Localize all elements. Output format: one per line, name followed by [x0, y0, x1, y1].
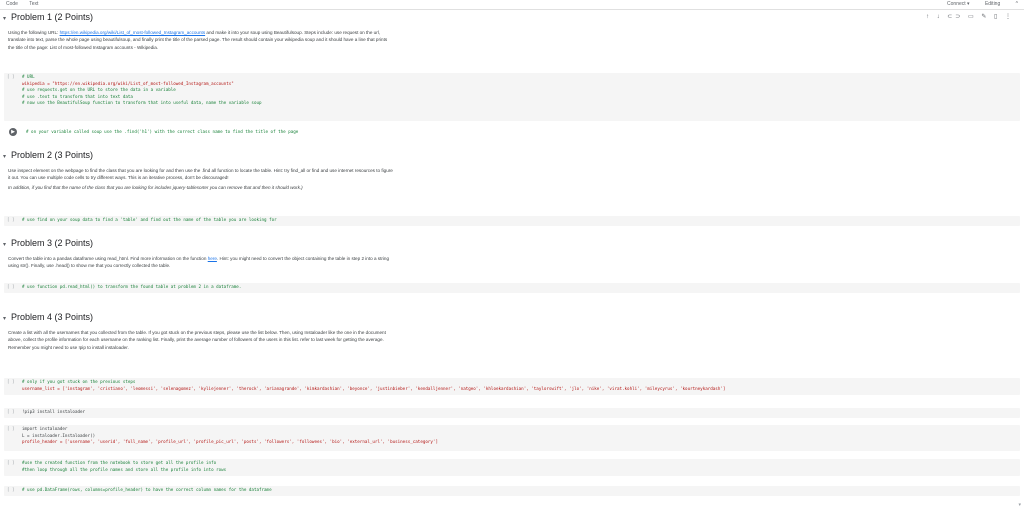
- scroll-down-icon[interactable]: ▾: [1018, 502, 1021, 508]
- code-line: #then loop through all the profile names…: [22, 466, 227, 472]
- insert-menu: Code Text: [6, 1, 48, 7]
- problem3-text-start: Convert the table into a pandas datafram…: [8, 256, 208, 261]
- problem1-active-cell[interactable]: ▶ # on your variable called soup use the…: [4, 127, 1020, 137]
- problem2-title: Problem 2 (3 Points): [11, 150, 94, 160]
- chevron-down-icon[interactable]: ▾: [3, 153, 9, 160]
- code-editor[interactable]: # only if you got stuck on the previous …: [22, 379, 1016, 392]
- chevron-down-icon[interactable]: ▾: [3, 315, 9, 322]
- problem2-code-cell[interactable]: [ ] # use find on your soup data to find…: [4, 216, 1020, 226]
- code-line: # on your variable called soup use the .…: [26, 129, 299, 134]
- run-cell-marker[interactable]: [ ]: [7, 379, 15, 386]
- code-line[interactable]: # use function pd.read_html() to transfo…: [22, 284, 1016, 291]
- problem1-code-cell[interactable]: [ ] # URL wikipedia = "https://en.wikiped…: [4, 73, 1020, 121]
- run-cell-marker[interactable]: [ ]: [7, 74, 15, 81]
- problem3-title: Problem 3 (2 Points): [11, 238, 94, 248]
- username-list-code-cell[interactable]: [ ] # only if you got stuck on the previ…: [4, 378, 1020, 395]
- problem1-text-start: Using the following URL:: [8, 30, 60, 35]
- instaloader-setup-code-cell[interactable]: [ ] import instaloader L = instaloader.In…: [4, 425, 1020, 451]
- code-line: import instaloader: [22, 426, 68, 431]
- problem4-text: Create a list with all the usernames tha…: [8, 330, 386, 350]
- pip-install-code-cell[interactable]: [ ] !pip3 install instaloader: [4, 408, 1020, 418]
- code-line[interactable]: !pip3 install instaloader: [22, 409, 1016, 416]
- code-editor[interactable]: #use the created function from the noteb…: [22, 460, 1016, 473]
- code-line: # now use the BeautifulSoup function to …: [22, 100, 262, 106]
- cell-toolbar[interactable]: ↑ ↓ ⊂⊃ ▭ ✎ ▯ ⋮: [926, 13, 1014, 20]
- problem2-note: In addition, if you find that the name o…: [8, 184, 303, 190]
- code-line: # use .text to transform that into text …: [22, 93, 133, 99]
- code-line: username_list = ['instagram', 'cristiano…: [22, 385, 726, 391]
- problem1-heading[interactable]: ▾ Problem 1 (2 Points): [3, 12, 93, 22]
- add-text-button[interactable]: Text: [29, 1, 38, 7]
- code-line[interactable]: # use find on your soup data to find a '…: [22, 217, 1016, 224]
- editing-mode-button[interactable]: Editing: [985, 1, 1000, 7]
- connect-button[interactable]: Connect ▾: [947, 1, 970, 7]
- problem1-description: Using the following URL: https://en.wiki…: [8, 29, 393, 51]
- problem3-link[interactable]: here: [208, 256, 217, 261]
- problem4-description: Create a list with all the usernames tha…: [8, 329, 393, 351]
- problem2-heading[interactable]: ▾ Problem 2 (3 Points): [3, 150, 93, 160]
- code-line[interactable]: # use pd.DataFrame(rows, columns=profile…: [22, 487, 1016, 494]
- profile-loop-code-cell[interactable]: [ ] #use the created function from the n…: [4, 459, 1020, 476]
- play-icon[interactable]: ▶: [9, 128, 17, 136]
- problem1-title: Problem 1 (2 Points): [11, 12, 94, 22]
- problem4-title: Problem 4 (3 Points): [11, 312, 94, 322]
- code-line: profile_header = ['username', 'userid', …: [22, 439, 438, 445]
- code-line: # URL: [22, 74, 35, 79]
- code-line: # use requests.get on the URL to store t…: [22, 87, 176, 93]
- run-cell-marker[interactable]: [ ]: [7, 409, 15, 416]
- add-code-button[interactable]: Code: [6, 1, 18, 7]
- run-cell-marker[interactable]: [ ]: [7, 426, 15, 433]
- problem3-heading[interactable]: ▾ Problem 3 (2 Points): [3, 238, 93, 248]
- top-toolbar: Code Text Connect ▾ Editing ^: [0, 0, 1024, 10]
- collapse-toolbar-icon[interactable]: ^: [1016, 1, 1018, 7]
- problem3-description: Convert the table into a pandas datafram…: [8, 255, 393, 270]
- code-editor[interactable]: # URL wikipedia = "https://en.wikipedia.o…: [22, 74, 1016, 107]
- run-cell-marker[interactable]: [ ]: [7, 217, 15, 224]
- chevron-down-icon[interactable]: ▾: [3, 15, 9, 22]
- code-line: #use the created function from the noteb…: [22, 460, 217, 465]
- dataframe-code-cell[interactable]: [ ] # use pd.DataFrame(rows, columns=pro…: [4, 486, 1020, 496]
- code-line: wikipedia = "https://en.wikipedia.org/wi…: [22, 80, 234, 86]
- run-cell-marker[interactable]: [ ]: [7, 460, 15, 467]
- chevron-down-icon[interactable]: ▾: [3, 241, 9, 248]
- problem4-heading[interactable]: ▾ Problem 4 (3 Points): [3, 312, 93, 322]
- top-right-controls: Connect ▾ Editing ^: [933, 1, 1018, 7]
- problem2-text: Use inspect element on the webpage to fi…: [8, 168, 393, 181]
- code-editor[interactable]: import instaloader L = instaloader.Instal…: [22, 426, 1016, 446]
- problem2-description: Use inspect element on the webpage to fi…: [8, 167, 393, 191]
- run-cell-marker[interactable]: [ ]: [7, 284, 15, 291]
- code-line: L = instaloader.Instaloader(): [22, 432, 96, 438]
- code-line: # only if you got stuck on the previous …: [22, 379, 136, 384]
- problem3-code-cell[interactable]: [ ] # use function pd.read_html() to tra…: [4, 283, 1020, 293]
- run-cell-marker[interactable]: [ ]: [7, 487, 15, 494]
- problem1-link[interactable]: https://en.wikipedia.org/wiki/List_of_mo…: [60, 30, 206, 35]
